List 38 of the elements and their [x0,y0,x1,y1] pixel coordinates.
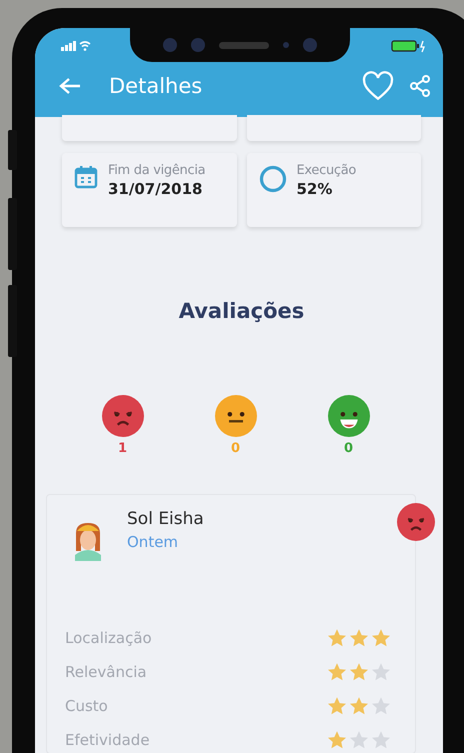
emoji-icon [102,395,144,437]
star-icon [349,696,369,716]
criterion-label: Custo [65,697,108,715]
emoji-icon [214,395,256,437]
info-label: Fim da vigência [108,163,206,178]
star-icon [349,628,369,648]
info-value: 31/07/2018 [108,180,204,198]
star-icon [371,696,391,716]
screen-title: Detalhes [109,74,204,98]
info-label: Execução [296,163,356,178]
star-icon [327,730,347,750]
battery-icon [391,39,427,53]
star-icon [349,662,369,682]
star-icon [371,662,391,682]
star-icon [371,730,391,750]
emoji-icon [397,503,435,541]
criterion-label: Relevância [65,663,147,681]
rating-count: 1 [118,441,128,456]
ring-icon [258,165,286,193]
criterion-label: Localização [65,629,152,647]
star-icon [327,662,347,682]
signal-icon [61,40,91,52]
share-button[interactable] [409,74,431,98]
section-title: Avaliações [178,299,306,323]
criterion-label: Efetividade [65,731,150,749]
rating-count: 0 [230,441,240,456]
star-icon [371,628,391,648]
star-icon [349,730,369,750]
info-value: 52% [296,180,334,198]
emoji-icon [328,395,370,437]
heart-button[interactable] [361,71,395,101]
calendar-icon [74,165,98,189]
star-icon [327,628,347,648]
back-button[interactable] [59,77,81,95]
review-time: Ontem [127,533,180,551]
rating-count: 0 [344,441,354,456]
reviewer-name: Sol Eisha [127,509,204,529]
star-icon [327,696,347,716]
